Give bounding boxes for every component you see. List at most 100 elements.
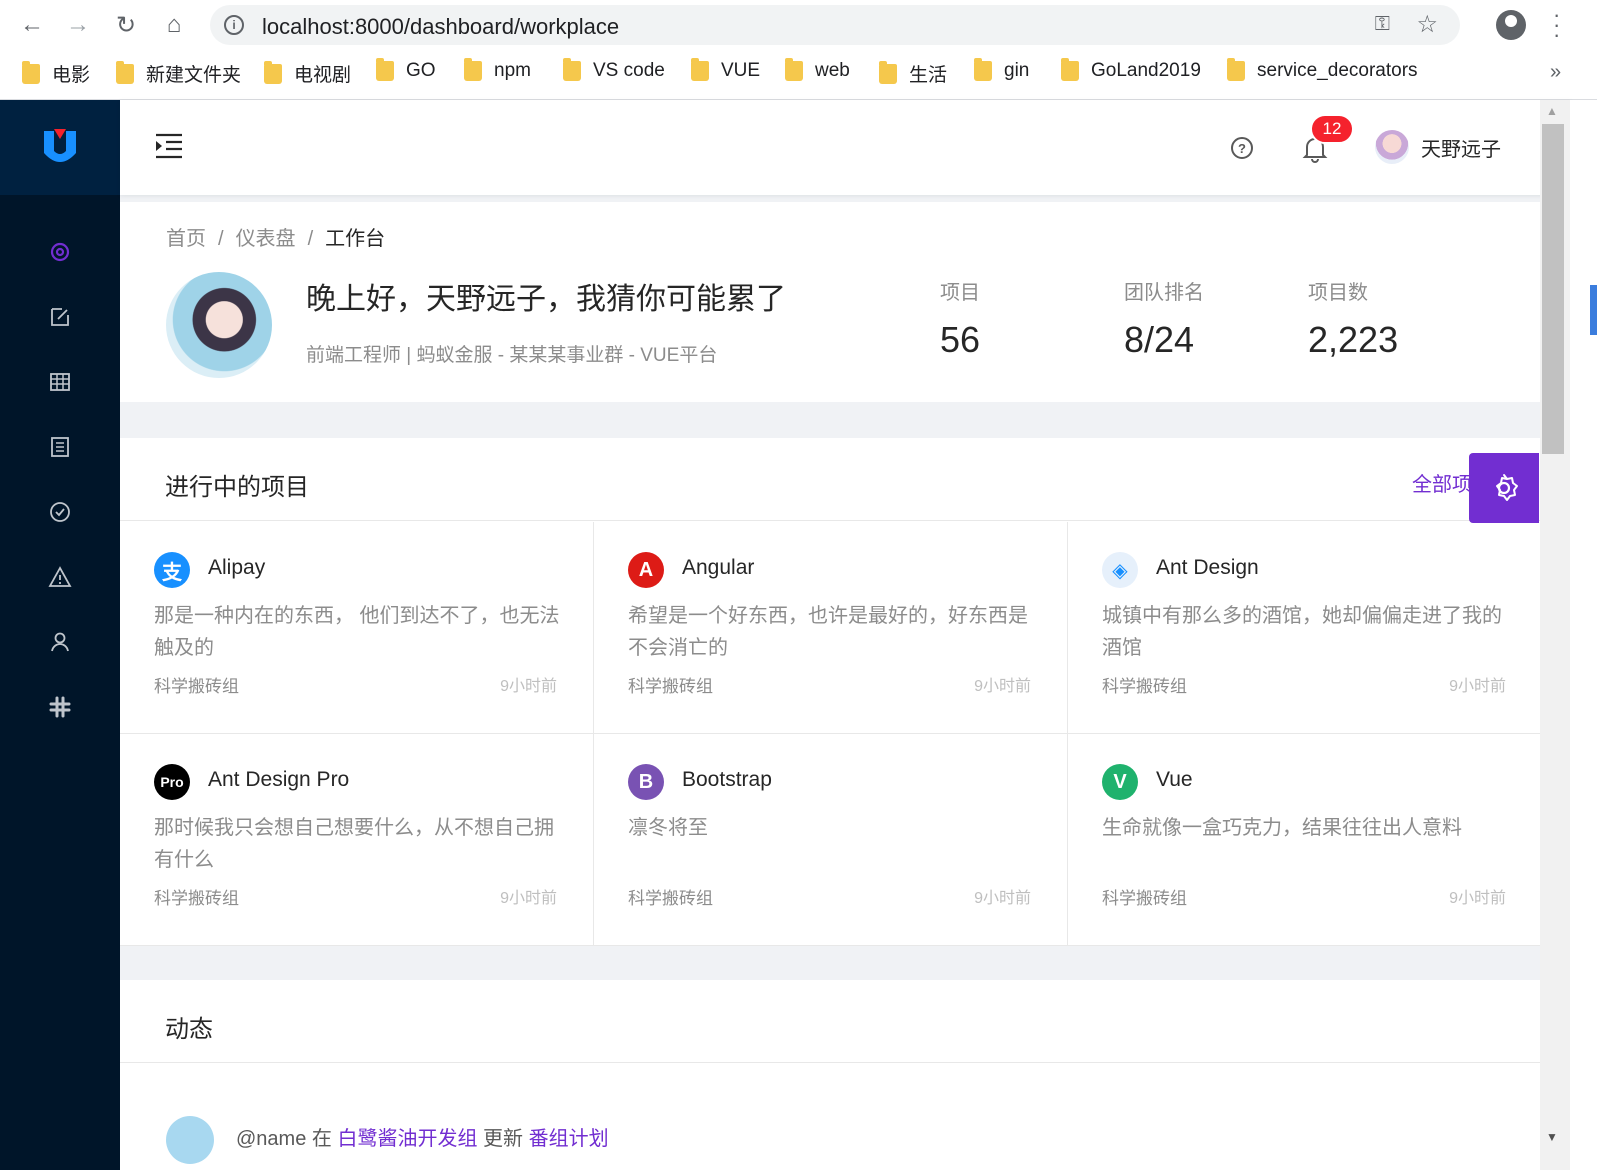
bookmark-item[interactable]: GoLand2019 [1061, 58, 1201, 82]
greeting-title: 晚上好，天野远子，我猜你可能累了 [306, 283, 786, 316]
avatar [166, 1116, 214, 1164]
forward-icon[interactable]: → [62, 9, 94, 41]
project-name[interactable]: Ant Design [1156, 556, 1259, 580]
reload-icon[interactable]: ↻ [110, 9, 142, 41]
menu-fold-icon[interactable] [154, 133, 184, 159]
project-name[interactable]: Angular [682, 556, 754, 580]
project-name[interactable]: Bootstrap [682, 768, 772, 792]
profile-list-icon [51, 437, 69, 457]
bookmark-label: VUE [721, 60, 761, 81]
url-text[interactable]: localhost:8000/dashboard/workplace [262, 14, 619, 40]
sidebar-item-other[interactable] [0, 677, 120, 737]
sidebar-item-account[interactable] [0, 612, 120, 672]
folder-icon [116, 60, 134, 84]
project-description: 城镇中有那么多的酒馆，她却偏偏走进了我的酒馆 [1102, 605, 1502, 659]
bookmark-item[interactable]: 生活 [879, 60, 947, 87]
project-time: 9小时前 [1449, 678, 1506, 695]
address-bar[interactable]: i localhost:8000/dashboard/workplace ⚿ ☆ [210, 5, 1460, 45]
browser-profile-icon[interactable] [1496, 10, 1526, 40]
bookmark-star-icon[interactable]: ☆ [1416, 10, 1438, 39]
divider [120, 1062, 1540, 1063]
project-card[interactable]: Pro Ant Design Pro 那时候我只会想自己想要什么，从不想自己拥有… [120, 734, 594, 946]
bookmark-item[interactable]: 电影 [22, 60, 90, 87]
scroll-up-icon[interactable]: ▲ [1546, 104, 1558, 118]
project-card[interactable]: V Vue 生命就像一盒巧克力，结果往往出人意料 科学搬砖组 9小时前 [1068, 734, 1542, 946]
project-description: 希望是一个好东西，也许是最好的，好东西是不会消亡的 [628, 605, 1028, 659]
angular-icon: A [628, 552, 664, 588]
scrollbar-thumb[interactable] [1542, 124, 1564, 454]
activity-group-link[interactable]: 白鹭酱油开发组 [337, 1128, 477, 1150]
question-circle-icon[interactable]: ? [1231, 137, 1253, 159]
bookmark-item[interactable]: service_decorators [1227, 58, 1418, 82]
project-card[interactable]: 支 Alipay 那是一种内在的东西， 他们到达不了，也无法触及的 科学搬砖组 … [120, 522, 594, 734]
bookmark-item[interactable]: GO [376, 58, 436, 82]
avatar [1375, 130, 1409, 164]
user-menu[interactable]: 天野远子 [1375, 130, 1501, 164]
logo-icon [44, 128, 76, 162]
all-projects-link[interactable]: 全部项 [1412, 468, 1472, 497]
folder-icon [879, 60, 897, 84]
stat-label: 项目 [940, 282, 980, 304]
bookmark-item[interactable]: VUE [691, 58, 761, 82]
project-group[interactable]: 科学搬砖组 [628, 672, 713, 697]
bookmark-label: GoLand2019 [1091, 60, 1201, 81]
username: 天野远子 [1421, 138, 1501, 161]
activity-target-link[interactable]: 番组计划 [529, 1128, 609, 1150]
project-description: 生命就像一盒巧克力，结果往往出人意料 [1102, 817, 1462, 839]
bookmark-item[interactable]: npm [464, 58, 531, 82]
project-group[interactable]: 科学搬砖组 [1102, 884, 1187, 909]
alipay-icon: 支 [154, 552, 190, 588]
bookmark-item[interactable]: web [785, 58, 850, 82]
folder-icon [691, 58, 709, 81]
breadcrumb-home[interactable]: 首页 [166, 228, 206, 250]
bookmark-item[interactable]: gin [974, 58, 1029, 82]
settings-drawer-button[interactable] [1469, 453, 1539, 523]
folder-icon [563, 58, 581, 81]
dashboard-icon [50, 242, 70, 262]
bookmarks-overflow-button[interactable]: » [1550, 61, 1561, 84]
ant-design-pro-icon: Pro [154, 764, 190, 800]
key-icon[interactable]: ⚿ [1375, 13, 1390, 36]
browser-menu-icon[interactable]: · · · [1553, 4, 1560, 46]
home-icon[interactable]: ⌂ [158, 9, 190, 41]
project-card[interactable]: A Angular 希望是一个好东西，也许是最好的，好东西是不会消亡的 科学搬砖… [594, 522, 1068, 734]
project-name[interactable]: Vue [1156, 768, 1193, 792]
breadcrumb-dashboard[interactable]: 仪表盘 [236, 228, 296, 250]
project-group[interactable]: 科学搬砖组 [154, 672, 239, 697]
sidebar-item-dashboard[interactable] [0, 222, 120, 282]
sidebar-item-form[interactable] [0, 287, 120, 347]
project-time: 9小时前 [500, 678, 557, 695]
project-name[interactable]: Alipay [208, 556, 265, 580]
project-card[interactable]: B Bootstrap 凛冬将至 科学搬砖组 9小时前 [594, 734, 1068, 946]
bookmark-label: web [815, 60, 850, 81]
sidebar-item-list[interactable] [0, 417, 120, 477]
project-name[interactable]: Ant Design Pro [208, 768, 349, 792]
back-icon[interactable]: ← [16, 9, 48, 41]
app-logo[interactable] [0, 100, 120, 195]
bookmark-item[interactable]: 电视剧 [264, 60, 351, 87]
sidebar-item-table[interactable] [0, 352, 120, 412]
browser-chrome: ← → ↻ ⌂ i localhost:8000/dashboard/workp… [0, 0, 1597, 100]
project-card[interactable]: ◈ Ant Design 城镇中有那么多的酒馆，她却偏偏走进了我的酒馆 科学搬砖… [1068, 522, 1542, 734]
project-time: 9小时前 [974, 890, 1031, 907]
notification-badge[interactable]: 12 [1310, 114, 1354, 144]
project-group[interactable]: 科学搬砖组 [1102, 672, 1187, 697]
divider [120, 520, 1540, 521]
scroll-down-icon[interactable]: ▼ [1546, 1130, 1558, 1144]
project-group[interactable]: 科学搬砖组 [154, 884, 239, 909]
vue-icon: V [1102, 764, 1138, 800]
site-info-icon[interactable]: i [224, 15, 244, 35]
ant-design-icon: ◈ [1102, 552, 1138, 588]
sidebar-item-exception[interactable] [0, 547, 120, 607]
bookmark-item[interactable]: 新建文件夹 [116, 60, 241, 87]
bookmark-label: service_decorators [1257, 60, 1418, 81]
project-group[interactable]: 科学搬砖组 [628, 884, 713, 909]
window-edge [1570, 100, 1597, 1170]
bookmark-label: 电影 [52, 65, 91, 86]
project-description: 那是一种内在的东西， 他们到达不了，也无法触及的 [154, 605, 560, 659]
sidebar-item-result[interactable] [0, 482, 120, 542]
project-description: 那时候我只会想自己想要什么，从不想自己拥有什么 [154, 817, 554, 871]
bookmark-item[interactable]: VS code [563, 58, 665, 82]
breadcrumb-separator: / [307, 228, 314, 250]
project-time: 9小时前 [974, 678, 1031, 695]
